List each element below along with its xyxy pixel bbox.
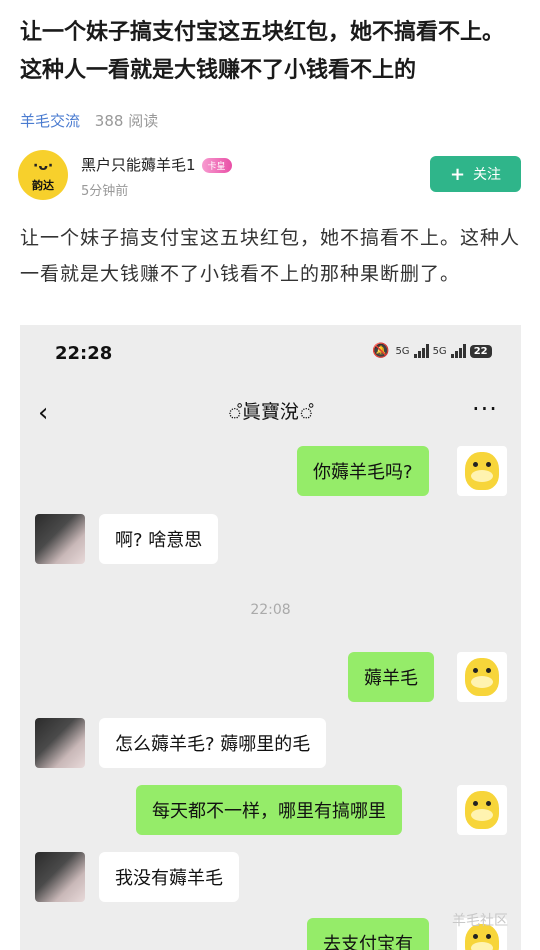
- battery-icon: 22: [469, 344, 492, 358]
- category-link[interactable]: 羊毛交流: [20, 112, 80, 130]
- author-name[interactable]: 黑户只能薅羊毛1: [81, 156, 196, 174]
- signal-bars-icon: [413, 344, 429, 358]
- chat-title: ஂ眞寶涗ஂ: [227, 401, 314, 423]
- self-avatar-duck-icon: [457, 652, 507, 702]
- self-avatar-duck-icon: [457, 785, 507, 835]
- read-count: 388 阅读: [94, 112, 159, 130]
- contact-avatar: [35, 718, 85, 768]
- more-icon[interactable]: ···: [472, 395, 498, 423]
- follow-label: 关注: [473, 167, 502, 183]
- status-time: 22:28: [55, 343, 113, 364]
- author-avatar[interactable]: ·ᴗ· 韵达: [18, 150, 68, 200]
- post-body: 让一个妹子搞支付宝这五块红包，她不搞看不上。这种人一看就是大钱赚不了小钱看不上的…: [20, 227, 521, 285]
- chat-bubble-right: 你薅羊毛吗?: [297, 446, 429, 496]
- chat-screenshot-image[interactable]: 22:28 🔕 5G 5G 22 ‹ ஂ眞寶涗ஂ ··· 你薅羊毛吗? 啊? 啥…: [20, 325, 521, 950]
- post-meta: 羊毛交流 388 阅读: [20, 110, 158, 131]
- avatar-face-icon: ·ᴗ·: [33, 158, 54, 174]
- chat-bubble-left: 我没有薅羊毛: [99, 852, 239, 902]
- contact-avatar: [35, 852, 85, 902]
- signal-bars-icon-2: [450, 344, 466, 358]
- chat-bubble-left: 怎么薅羊毛? 薅哪里的毛: [99, 718, 327, 768]
- contact-avatar: [35, 514, 85, 564]
- chat-timestamp: 22:08: [250, 602, 291, 618]
- chat-bubble-right: 薅羊毛: [348, 652, 434, 702]
- post-time: 5分钟前: [81, 184, 129, 199]
- self-avatar-duck-icon: [457, 446, 507, 496]
- watermark: 羊毛社区: [452, 913, 508, 929]
- follow-button[interactable]: + 关注: [430, 156, 521, 192]
- chat-bubble-right: 每天都不一样，哪里有搞哪里: [136, 785, 402, 835]
- avatar-logo-text: 韵达: [32, 179, 54, 192]
- status-icons: 🔕 5G 5G 22: [372, 343, 492, 359]
- author-badge: 卡皇: [201, 158, 232, 173]
- author-info[interactable]: 黑户只能薅羊毛1 卡皇: [81, 154, 232, 175]
- post-title: 让一个妹子搞支付宝这五块红包，她不搞看不上。这种人一看就是大钱赚不了小钱看不上的: [20, 20, 505, 83]
- plus-icon: +: [449, 163, 466, 185]
- signal-label: 5G: [395, 345, 410, 357]
- mute-icon: 🔕: [372, 343, 390, 359]
- chat-bubble-right: 去支付宝有: [307, 918, 429, 950]
- signal-label-2: 5G: [432, 345, 447, 357]
- chat-bubble-left: 啊? 啥意思: [99, 514, 219, 564]
